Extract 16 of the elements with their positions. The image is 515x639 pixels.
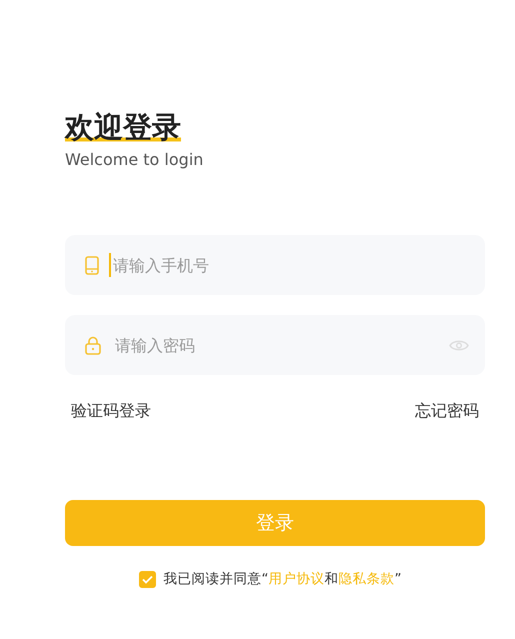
- phone-input[interactable]: 请输入手机号: [109, 253, 469, 277]
- phone-icon: [85, 256, 99, 274]
- forgot-password-link[interactable]: 忘记密码: [415, 401, 479, 422]
- sms-login-link[interactable]: 验证码登录: [71, 401, 151, 422]
- terms-link[interactable]: 用户协议: [268, 571, 324, 587]
- subtitle: Welcome to login: [65, 150, 204, 169]
- lock-icon: [85, 336, 101, 354]
- phone-field[interactable]: 请输入手机号: [65, 235, 485, 295]
- privacy-link[interactable]: 隐私条款: [338, 571, 394, 587]
- password-field[interactable]: 请输入密码: [65, 315, 485, 375]
- checkmark-icon: [142, 574, 152, 584]
- password-input[interactable]: 请输入密码: [111, 333, 439, 357]
- agreement-text: 我已阅读并同意“用户协议和隐私条款”: [164, 570, 402, 588]
- eye-icon[interactable]: [449, 338, 469, 352]
- login-button[interactable]: 登录: [65, 500, 485, 546]
- agreement-checkbox[interactable]: [138, 570, 156, 588]
